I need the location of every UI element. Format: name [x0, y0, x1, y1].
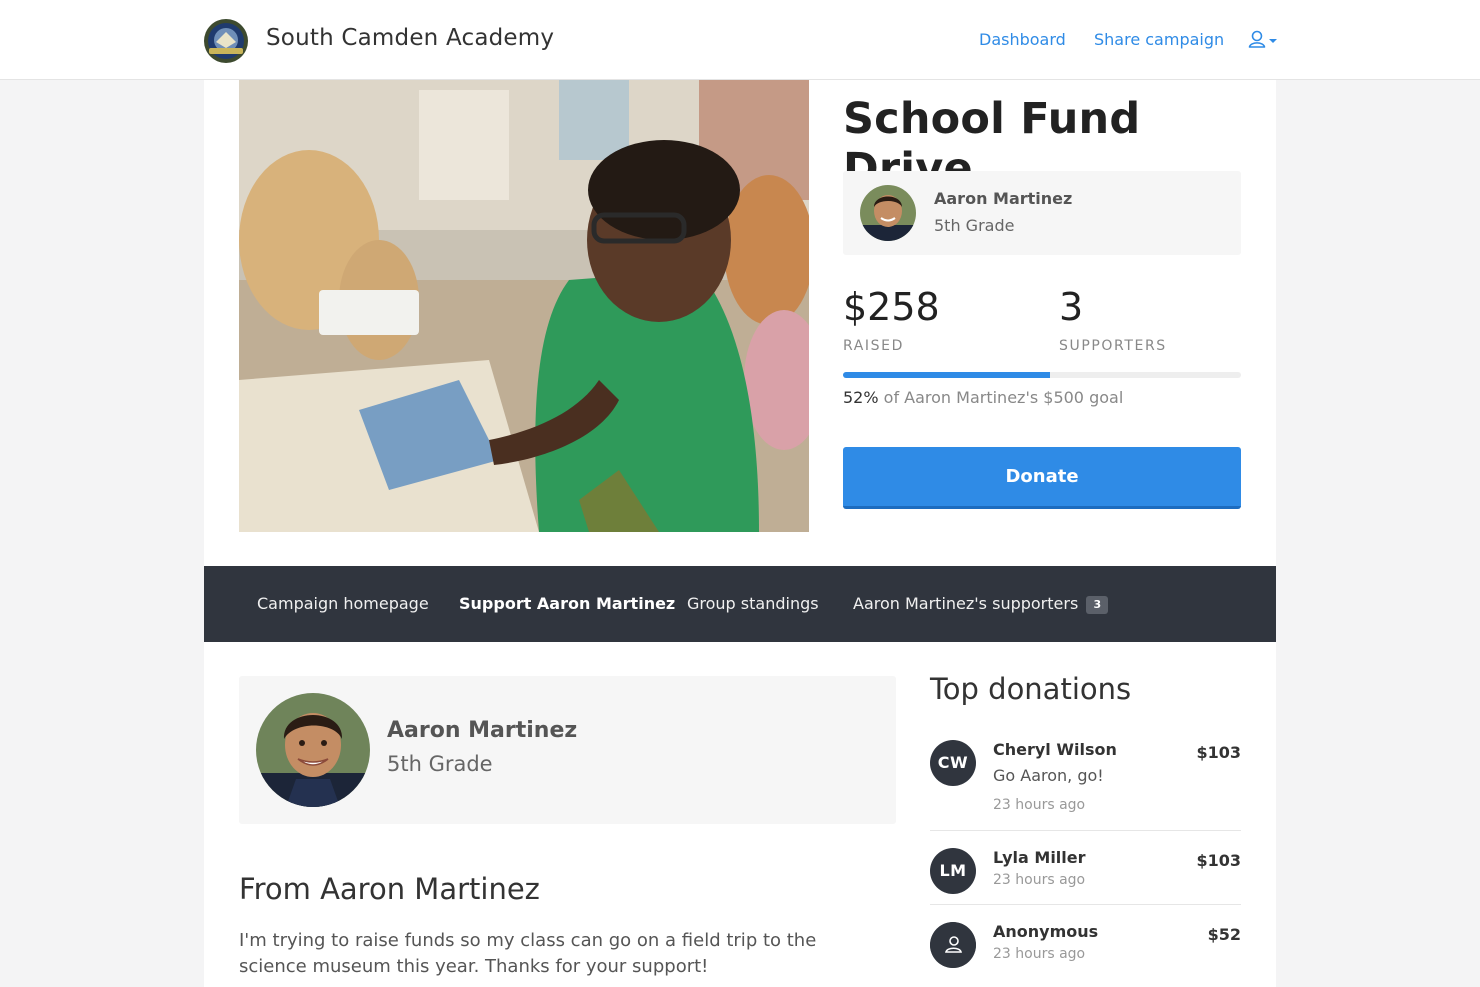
amount-raised: $258 — [843, 285, 940, 329]
donation-amount: $103 — [1196, 743, 1241, 762]
donor-message: Go Aaron, go! — [993, 766, 1104, 785]
donation-time: 23 hours ago — [993, 872, 1086, 888]
goal-text: 52% of Aaron Martinez's $500 goal — [843, 388, 1123, 407]
tab-supporters[interactable]: Aaron Martinez's supporters 3 — [853, 594, 1109, 614]
goal-description: of Aaron Martinez's $500 goal — [878, 388, 1124, 407]
goal-progress-bar — [843, 372, 1241, 378]
profile-grade: 5th Grade — [387, 752, 493, 776]
campaign-tabs: Campaign homepage Support Aaron Martinez… — [204, 566, 1276, 642]
donation-item: CW Cheryl Wilson Go Aaron, go! 23 hours … — [930, 740, 1241, 830]
tab-supporters-label: Aaron Martinez's supporters — [853, 594, 1079, 613]
school-logo[interactable] — [203, 18, 249, 64]
donation-amount: $103 — [1196, 851, 1241, 870]
share-campaign-link[interactable]: Share campaign — [1094, 30, 1224, 49]
donor-name: Anonymous — [993, 922, 1099, 941]
anonymous-user-icon — [930, 922, 976, 968]
donation-divider — [930, 904, 1241, 905]
campaign-photo — [239, 80, 809, 532]
student-grade: 5th Grade — [934, 216, 1015, 235]
donor-initials: CW — [930, 740, 976, 786]
profile-name: Aaron Martinez — [387, 718, 578, 743]
goal-percent: 52% — [843, 388, 879, 407]
dashboard-link[interactable]: Dashboard — [979, 30, 1066, 49]
donation-time: 23 hours ago — [993, 797, 1086, 813]
student-name[interactable]: Aaron Martinez — [934, 189, 1072, 208]
donation-divider — [930, 830, 1241, 831]
supporters-badge: 3 — [1086, 596, 1109, 614]
donation-item: LM Lyla Miller 23 hours ago $103 — [930, 848, 1241, 898]
message-heading: From Aaron Martinez — [239, 872, 540, 906]
student-profile: Aaron Martinez 5th Grade — [239, 676, 896, 824]
supporters-count: 3 — [1059, 285, 1084, 329]
tab-support-student[interactable]: Support Aaron Martinez — [459, 594, 675, 613]
top-header: South Camden Academy Dashboard Share cam… — [0, 0, 1480, 80]
supporters-label: SUPPORTERS — [1059, 338, 1167, 354]
campaign-card: School Fund Drive Aaron Martinez 5th Gra… — [204, 80, 1276, 987]
donation-amount: $52 — [1207, 925, 1241, 944]
org-name: South Camden Academy — [266, 25, 555, 51]
student-profile-photo — [256, 693, 370, 807]
student-avatar — [860, 185, 916, 241]
donation-item: Anonymous 23 hours ago $52 — [930, 922, 1241, 972]
tab-group-standings[interactable]: Group standings — [687, 594, 819, 613]
donor-name: Cheryl Wilson — [993, 740, 1117, 759]
tab-campaign-homepage[interactable]: Campaign homepage — [257, 594, 429, 613]
top-donations-heading: Top donations — [930, 672, 1132, 706]
donate-button[interactable]: Donate — [843, 447, 1241, 509]
donor-name: Lyla Miller — [993, 848, 1086, 867]
raised-label: RAISED — [843, 338, 904, 354]
student-summary: Aaron Martinez 5th Grade — [843, 171, 1241, 255]
donation-time: 23 hours ago — [993, 946, 1086, 962]
user-menu-icon[interactable] — [1248, 30, 1280, 52]
goal-progress-fill — [843, 372, 1050, 378]
donor-initials: LM — [930, 848, 976, 894]
student-message: I'm trying to raise funds so my class ca… — [239, 930, 817, 977]
